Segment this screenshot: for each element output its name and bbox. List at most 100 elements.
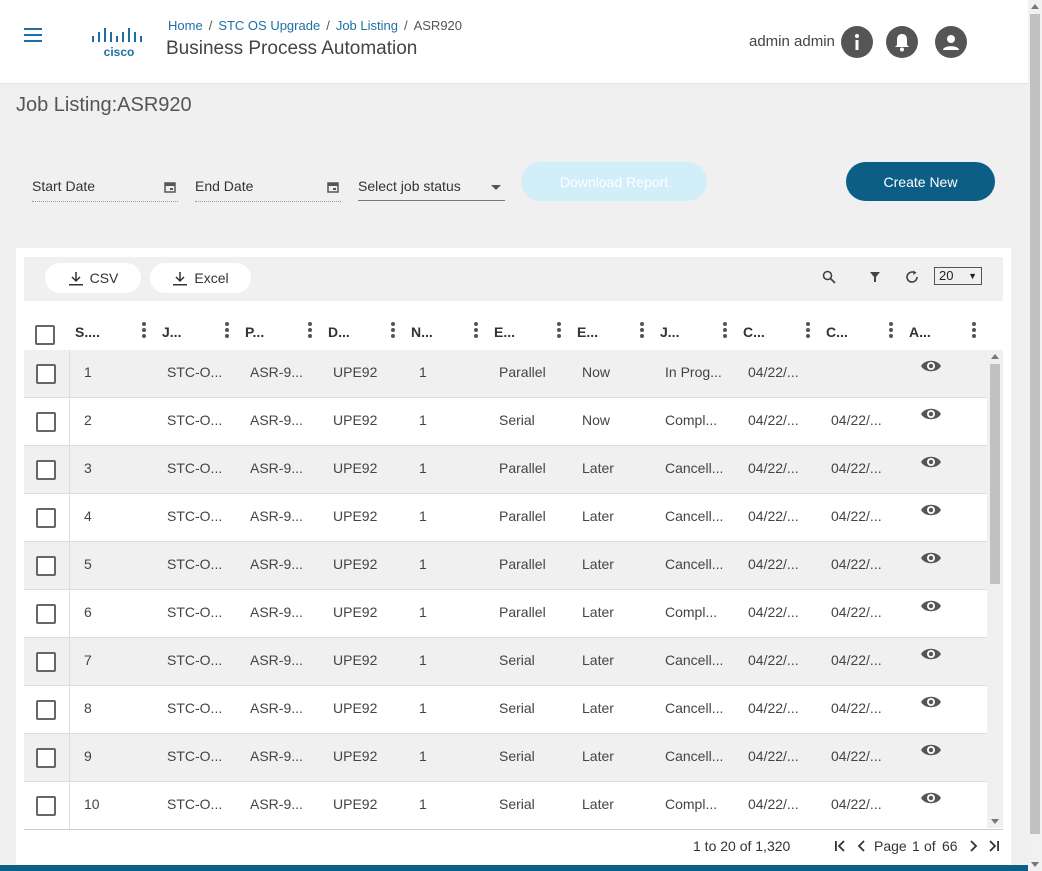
column-header[interactable]: P...: [245, 310, 264, 350]
column-menu-icon[interactable]: [225, 322, 229, 338]
view-eye-icon[interactable]: [920, 406, 942, 422]
table-cell: ASR-9...: [250, 700, 303, 716]
table-row[interactable]: 9 STC-O... ASR-9... UPE92 1 Serial Later Cancel…: [24, 734, 987, 782]
table-cell: UPE92: [333, 748, 378, 764]
menu-icon[interactable]: [24, 28, 42, 44]
column-menu-icon[interactable]: [640, 322, 644, 338]
table-cell: Later: [582, 652, 614, 668]
table-cell: 04/22/...: [831, 556, 882, 572]
table-cell: Parallel: [499, 364, 546, 380]
excel-export-button[interactable]: Excel: [150, 263, 251, 293]
column-header[interactable]: E...: [577, 310, 598, 350]
create-new-button[interactable]: Create New: [846, 162, 995, 201]
table-row[interactable]: 5 STC-O... ASR-9... UPE92 1 Parallel Later Canc…: [24, 542, 987, 590]
select-all-checkbox[interactable]: [35, 325, 55, 345]
filter-icon[interactable]: [869, 271, 881, 283]
csv-export-button[interactable]: CSV: [45, 263, 141, 293]
refresh-icon[interactable]: [905, 270, 919, 284]
start-date-field[interactable]: Start Date: [32, 172, 178, 202]
row-checkbox[interactable]: [36, 652, 56, 672]
last-page-icon[interactable]: [987, 840, 1001, 852]
table-row[interactable]: 2 STC-O... ASR-9... UPE92 1 Serial Now Compl...…: [24, 398, 987, 446]
column-header[interactable]: C...: [826, 310, 848, 350]
table-cell: 1: [419, 556, 427, 572]
column-header[interactable]: J...: [660, 310, 679, 350]
column-header[interactable]: S....: [75, 310, 100, 350]
row-checkbox[interactable]: [36, 700, 56, 720]
row-checkbox[interactable]: [36, 748, 56, 768]
table-cell: 7: [84, 652, 92, 668]
table-cell: ASR-9...: [250, 604, 303, 620]
table-cell: 04/22/...: [831, 796, 882, 812]
table-cell: STC-O...: [167, 556, 223, 572]
view-eye-icon[interactable]: [920, 646, 942, 662]
column-menu-icon[interactable]: [474, 322, 478, 338]
column-header[interactable]: D...: [328, 310, 350, 350]
search-icon[interactable]: [822, 270, 836, 284]
view-eye-icon[interactable]: [920, 742, 942, 758]
column-header[interactable]: N...: [411, 310, 433, 350]
column-menu-icon[interactable]: [391, 322, 395, 338]
job-status-select[interactable]: Select job status: [358, 172, 505, 201]
row-checkbox[interactable]: [36, 556, 56, 576]
row-checkbox[interactable]: [36, 364, 56, 384]
column-header[interactable]: J...: [162, 310, 181, 350]
table-row[interactable]: 4 STC-O... ASR-9... UPE92 1 Parallel Later Canc…: [24, 494, 987, 542]
table-row[interactable]: 8 STC-O... ASR-9... UPE92 1 Serial Later Cancel…: [24, 686, 987, 734]
row-checkbox[interactable]: [36, 604, 56, 624]
column-menu-icon[interactable]: [142, 322, 146, 338]
user-icon[interactable]: [935, 26, 967, 58]
column-header[interactable]: A...: [909, 310, 931, 350]
breadcrumb-home[interactable]: Home: [168, 18, 203, 33]
column-menu-icon[interactable]: [889, 322, 893, 338]
bell-icon[interactable]: [886, 26, 918, 58]
table-cell: STC-O...: [167, 652, 223, 668]
row-checkbox[interactable]: [36, 412, 56, 432]
column-menu-icon[interactable]: [972, 322, 976, 338]
table-cell: 04/22/...: [748, 652, 799, 668]
start-date-label: Start Date: [32, 178, 96, 194]
column-menu-icon[interactable]: [308, 322, 312, 338]
download-report-button[interactable]: Download Report: [521, 162, 707, 201]
table-cell: STC-O...: [167, 796, 223, 812]
info-icon[interactable]: [841, 26, 873, 58]
row-checkbox[interactable]: [36, 508, 56, 528]
view-eye-icon[interactable]: [920, 502, 942, 518]
table-row[interactable]: 6 STC-O... ASR-9... UPE92 1 Parallel Later Comp…: [24, 590, 987, 638]
table-cell: 04/22/...: [831, 652, 882, 668]
view-eye-icon[interactable]: [920, 598, 942, 614]
column-header[interactable]: C...: [743, 310, 765, 350]
next-page-icon[interactable]: [968, 840, 978, 852]
previous-page-icon[interactable]: [857, 840, 867, 852]
grid-scrollbar[interactable]: [987, 350, 1003, 828]
table-row[interactable]: 10 STC-O... ASR-9... UPE92 1 Serial Later Compl…: [24, 782, 987, 829]
calendar-icon[interactable]: [327, 181, 339, 193]
view-eye-icon[interactable]: [920, 694, 942, 710]
column-menu-icon[interactable]: [723, 322, 727, 338]
calendar-icon[interactable]: [164, 181, 176, 193]
end-date-field[interactable]: End Date: [195, 172, 341, 202]
user-name: admin admin: [749, 33, 835, 50]
table-row[interactable]: 7 STC-O... ASR-9... UPE92 1 Serial Later Cancel…: [24, 638, 987, 686]
breadcrumb: Home / STC OS Upgrade / Job Listing / ASR920: [168, 18, 463, 33]
view-eye-icon[interactable]: [920, 550, 942, 566]
table-cell: ASR-9...: [250, 412, 303, 428]
breadcrumb-stc-os-upgrade[interactable]: STC OS Upgrade: [218, 18, 320, 33]
row-checkbox[interactable]: [36, 796, 56, 816]
page-size-select[interactable]: 20 ▼: [934, 267, 982, 285]
row-checkbox[interactable]: [36, 460, 56, 480]
column-menu-icon[interactable]: [557, 322, 561, 338]
view-eye-icon[interactable]: [920, 358, 942, 374]
table-cell: UPE92: [333, 604, 378, 620]
breadcrumb-current: ASR920: [413, 18, 463, 33]
first-page-icon[interactable]: [833, 840, 847, 852]
column-header[interactable]: E...: [494, 310, 515, 350]
breadcrumb-job-listing[interactable]: Job Listing: [336, 18, 398, 33]
table-row[interactable]: 3 STC-O... ASR-9... UPE92 1 Parallel Later Canc…: [24, 446, 987, 494]
view-eye-icon[interactable]: [920, 454, 942, 470]
page-scrollbar[interactable]: [1028, 0, 1042, 871]
app-header: cisco Home / STC OS Upgrade / Job Listing / AS…: [0, 0, 1028, 84]
column-menu-icon[interactable]: [806, 322, 810, 338]
table-row[interactable]: 1 STC-O... ASR-9... UPE92 1 Parallel Now In Pro…: [24, 350, 987, 398]
view-eye-icon[interactable]: [920, 790, 942, 806]
